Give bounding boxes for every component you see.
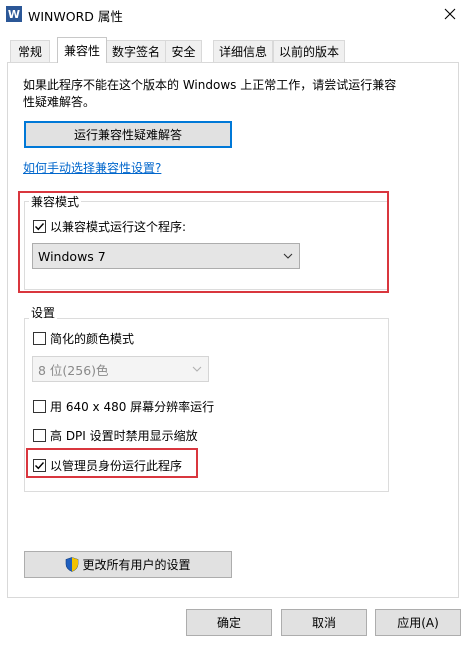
chevron-down-icon: [192, 366, 202, 372]
intro-text: 如果此程序不能在这个版本的 Windows 上正常工作，请尝试运行兼容性疑难解答…: [23, 78, 397, 109]
tab-details[interactable]: 详细信息: [213, 40, 273, 62]
change-all-users-button[interactable]: 更改所有用户的设置: [24, 551, 232, 578]
color-depth-select: 8 位(256)色: [32, 356, 209, 382]
color-depth-select-value: 8 位(256)色: [38, 362, 109, 378]
reduced-color-checkbox-row[interactable]: 简化的颜色模式: [33, 330, 134, 347]
res-640-checkbox-row[interactable]: 用 640 x 480 屏幕分辨率运行: [33, 398, 214, 415]
reduced-color-label: 简化的颜色模式: [50, 332, 135, 346]
tab-digital-signatures[interactable]: 数字签名: [106, 40, 166, 62]
run-as-admin-highlight: [26, 448, 198, 478]
tab-compatibility[interactable]: 兼容性: [57, 37, 107, 63]
reduced-color-checkbox[interactable]: [33, 332, 46, 345]
word-app-icon: W: [6, 6, 22, 22]
tab-security[interactable]: 安全: [165, 40, 202, 62]
close-icon: [444, 8, 456, 20]
settings-group-label: 设置: [29, 304, 58, 321]
cancel-button[interactable]: 取消: [281, 609, 367, 636]
ok-button[interactable]: 确定: [186, 609, 272, 636]
apply-button[interactable]: 应用(A): [375, 609, 461, 636]
tab-general[interactable]: 常规: [10, 40, 50, 62]
compat-mode-highlight: [18, 191, 389, 293]
tab-previous-versions[interactable]: 以前的版本: [273, 40, 345, 62]
shield-icon: [66, 557, 79, 572]
high-dpi-checkbox-row[interactable]: 高 DPI 设置时禁用显示缩放: [33, 427, 198, 444]
change-all-users-label: 更改所有用户的设置: [82, 558, 191, 572]
manual-settings-link[interactable]: 如何手动选择兼容性设置?: [23, 159, 161, 176]
window-title: WINWORD 属性: [28, 9, 123, 24]
high-dpi-checkbox[interactable]: [33, 429, 46, 442]
res-640-label: 用 640 x 480 屏幕分辨率运行: [50, 400, 215, 414]
close-button[interactable]: [436, 1, 464, 27]
high-dpi-label: 高 DPI 设置时禁用显示缩放: [50, 429, 198, 443]
res-640-checkbox[interactable]: [33, 400, 46, 413]
run-troubleshooter-button[interactable]: 运行兼容性疑难解答: [24, 121, 232, 148]
